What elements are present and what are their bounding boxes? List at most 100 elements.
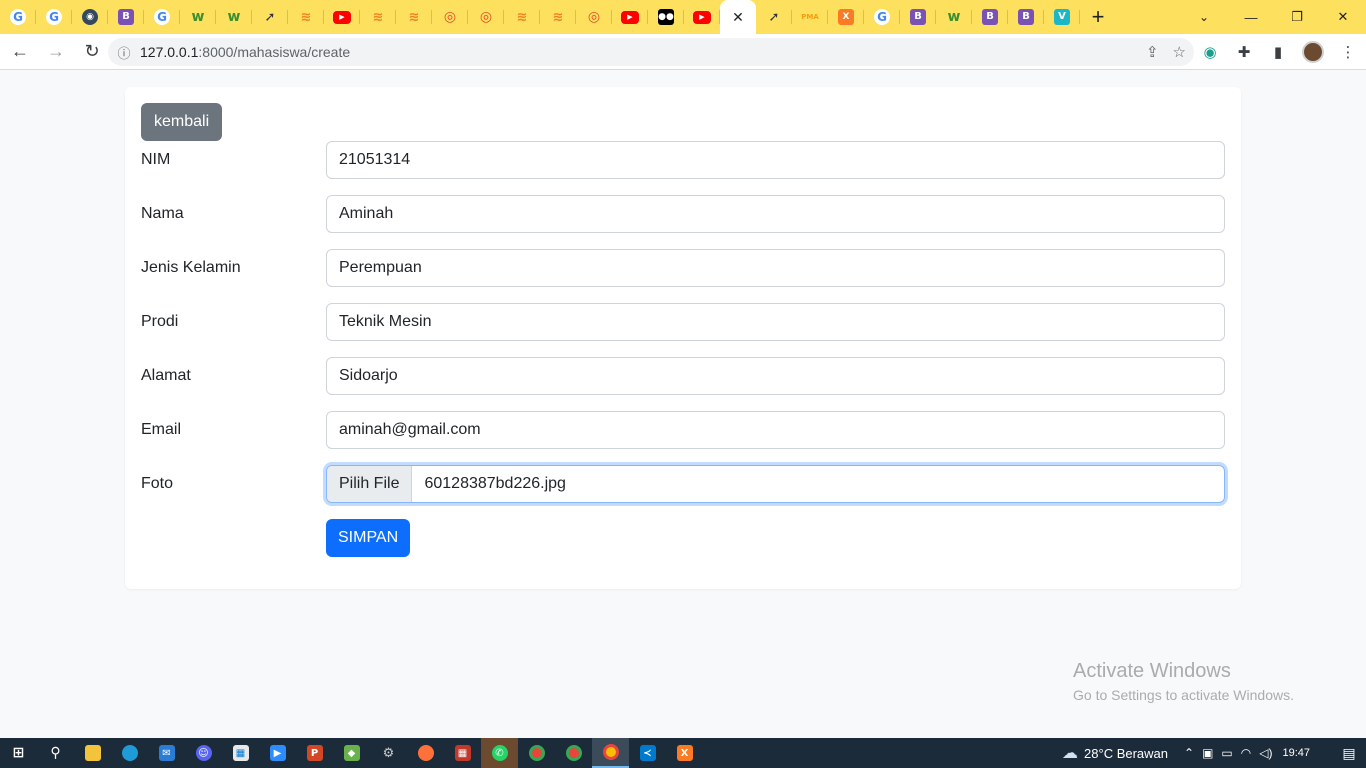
- tab-youtube-2[interactable]: ▶: [612, 0, 648, 34]
- tab-stackoverflow-5[interactable]: ≋: [540, 0, 576, 34]
- tab-search-button[interactable]: ⌄: [1192, 0, 1216, 34]
- menu-kebab-icon[interactable]: ⋮: [1338, 42, 1358, 62]
- tab-w3-2[interactable]: w: [216, 0, 252, 34]
- taskbar-zoom[interactable]: ▶: [259, 738, 296, 768]
- taskbar-file-explorer[interactable]: [74, 738, 111, 768]
- taskbar-vscode[interactable]: ≺: [629, 738, 666, 768]
- email-input[interactable]: aminah@gmail.com: [326, 411, 1225, 449]
- tab-stackoverflow-4[interactable]: ≋: [504, 0, 540, 34]
- close-window-button[interactable]: ✕: [1320, 0, 1366, 34]
- tab-youtube-1[interactable]: ▶: [324, 0, 360, 34]
- google-icon: G: [46, 9, 62, 25]
- volume-icon[interactable]: ◁): [1259, 746, 1272, 760]
- bookmark-star-icon[interactable]: ☆: [1173, 43, 1186, 61]
- tab-bootstrap-1[interactable]: B: [108, 0, 144, 34]
- tab-w3-3[interactable]: w: [936, 0, 972, 34]
- nama-input[interactable]: Aminah: [326, 195, 1225, 233]
- taskbar-chrome-1[interactable]: [518, 738, 555, 768]
- taskbar-edge[interactable]: [111, 738, 148, 768]
- choose-file-button[interactable]: Pilih File: [327, 466, 413, 502]
- close-icon[interactable]: ✕: [732, 9, 744, 26]
- google-icon: G: [10, 9, 26, 25]
- tab-google-1[interactable]: G: [0, 0, 36, 34]
- taskbar-discord[interactable]: ☺: [185, 738, 222, 768]
- taskbar-app-grid[interactable]: ▦: [444, 738, 481, 768]
- new-tab-button[interactable]: +: [1080, 0, 1116, 34]
- side-panel-icon[interactable]: ▮: [1268, 42, 1288, 62]
- nim-input[interactable]: 21051314: [326, 141, 1225, 179]
- reload-icon[interactable]: ↻: [76, 36, 108, 68]
- restore-button[interactable]: ❐: [1274, 0, 1320, 34]
- tab-phpmyadmin[interactable]: PMA: [792, 0, 828, 34]
- taskbar-firefox[interactable]: [407, 738, 444, 768]
- cloud-icon: ☁: [1062, 745, 1079, 762]
- prodi-label: Prodi: [141, 313, 179, 330]
- weather-widget[interactable]: ☁ 28°C Berawan: [1062, 743, 1168, 763]
- phpmyadmin-icon: PMA: [801, 12, 819, 21]
- medium-icon: ●●: [658, 9, 674, 25]
- tab-bootstrap-2[interactable]: B: [900, 0, 936, 34]
- tab-vuetify[interactable]: V: [1044, 0, 1080, 34]
- form-card: kembali NIM 21051314 Nama Aminah Jenis K…: [125, 87, 1241, 589]
- tab-xampp[interactable]: X: [828, 0, 864, 34]
- share-icon[interactable]: ⇪: [1146, 43, 1159, 61]
- minimize-button[interactable]: —: [1228, 0, 1274, 34]
- profile-avatar[interactable]: [1302, 41, 1324, 63]
- tab-medium[interactable]: ●●: [648, 0, 684, 34]
- tab-stackoverflow-2[interactable]: ≋: [360, 0, 396, 34]
- puzzle-extensions-icon[interactable]: ✚: [1234, 42, 1254, 62]
- battery-icon[interactable]: ▭: [1221, 746, 1232, 760]
- tab-stackoverflow-1[interactable]: ≋: [288, 0, 324, 34]
- tab-list: G G ◉ B Gw w ➚ ≋ ▶ ≋ ≋ ◎ ◎ ≋ ≋ ◎ ▶ ●● ▶ ✕ ➚ PMA X G Bw B B V: [0, 0, 1080, 34]
- taskbar-chrome-active[interactable]: [592, 738, 629, 768]
- tab-wifi-1[interactable]: ◎: [432, 0, 468, 34]
- back-arrow-icon[interactable]: ←: [4, 36, 36, 68]
- taskbar-xampp[interactable]: X: [666, 738, 703, 768]
- tab-w3-1[interactable]: w: [180, 0, 216, 34]
- tab-google-3[interactable]: G: [144, 0, 180, 34]
- chevron-up-icon[interactable]: ⌃: [1184, 746, 1194, 760]
- tab-google-4[interactable]: G: [864, 0, 900, 34]
- back-button[interactable]: kembali: [141, 103, 223, 141]
- meet-icon[interactable]: ▣: [1202, 746, 1213, 760]
- folder-icon: [84, 745, 101, 761]
- tab-bootstrap-4[interactable]: B: [1008, 0, 1044, 34]
- w3schools-icon: w: [227, 9, 241, 25]
- url-text[interactable]: 127.0.0.1:8000/mahasiswa/create: [140, 44, 350, 60]
- notification-icon[interactable]: ▤: [1332, 738, 1366, 768]
- jenis-kelamin-input[interactable]: Perempuan: [326, 249, 1225, 287]
- forward-arrow-icon[interactable]: →: [40, 36, 72, 68]
- tab-youtube-3[interactable]: ▶: [684, 0, 720, 34]
- taskbar-mail[interactable]: ✉: [148, 738, 185, 768]
- grid-app-icon: ▦: [454, 745, 471, 761]
- tab-stackoverflow-3[interactable]: ≋: [396, 0, 432, 34]
- extension-icon[interactable]: ◉: [1200, 42, 1220, 62]
- tab-wifi-3[interactable]: ◎: [576, 0, 612, 34]
- taskbar-powerpoint[interactable]: P: [296, 738, 333, 768]
- start-button[interactable]: ⊞: [0, 738, 37, 768]
- alamat-input[interactable]: Sidoarjo: [326, 357, 1225, 395]
- site-info-icon[interactable]: ⓘ: [108, 43, 140, 62]
- tab-signal[interactable]: ◉: [72, 0, 108, 34]
- tab-google-2[interactable]: G: [36, 0, 72, 34]
- taskbar-chrome-2[interactable]: [555, 738, 592, 768]
- foto-file-input[interactable]: Pilih File 60128387bd226.jpg: [326, 465, 1225, 503]
- prodi-input[interactable]: Teknik Mesin: [326, 303, 1225, 341]
- save-button[interactable]: SIMPAN: [326, 519, 411, 557]
- taskbar-app-green[interactable]: ◆: [333, 738, 370, 768]
- url-path: :8000/mahasiswa/create: [198, 44, 351, 60]
- address-bar[interactable]: ⓘ 127.0.0.1:8000/mahasiswa/create ⇪ ☆: [108, 38, 1194, 66]
- taskbar-whatsapp[interactable]: ✆: [481, 738, 518, 768]
- tab-active[interactable]: ✕: [720, 0, 756, 34]
- tab-wifi-2[interactable]: ◎: [468, 0, 504, 34]
- tab-bootstrap-3[interactable]: B: [972, 0, 1008, 34]
- stackoverflow-icon: ≋: [300, 9, 312, 25]
- network-icon[interactable]: ◠: [1241, 746, 1251, 760]
- taskbar-store[interactable]: ▦: [222, 738, 259, 768]
- system-tray: ☁ 28°C Berawan ⌃ ▣ ▭ ◠ ◁) 19:47 ▤: [1062, 738, 1366, 768]
- search-button[interactable]: ⚲: [37, 738, 74, 768]
- taskbar-app-gear[interactable]: ⚙: [370, 738, 407, 768]
- clock[interactable]: 19:47: [1282, 747, 1310, 759]
- tab-plane-2[interactable]: ➚: [756, 0, 792, 34]
- tab-plane-1[interactable]: ➚: [252, 0, 288, 34]
